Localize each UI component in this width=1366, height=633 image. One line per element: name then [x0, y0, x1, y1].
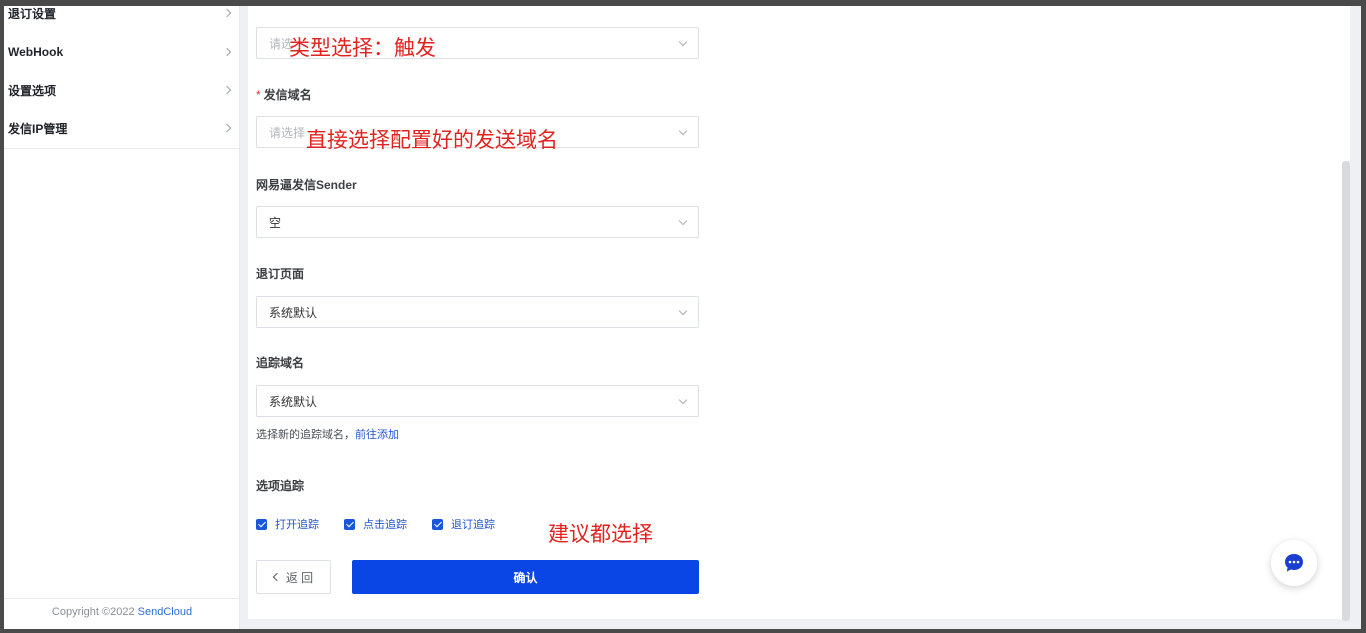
chevron-left-icon	[272, 572, 282, 582]
checkbox-checked-icon[interactable]	[432, 518, 443, 530]
sidebar-item-label: 退订设置	[8, 6, 57, 21]
chevron-right-icon	[222, 8, 232, 18]
sidebar-divider	[4, 148, 240, 149]
footer-divider	[4, 598, 240, 599]
checkbox-checked-icon[interactable]	[256, 518, 267, 530]
checkbox-label: 点击追踪	[363, 519, 407, 531]
chevron-down-icon	[678, 306, 688, 316]
tracking-domain-hint-text: 选择新的追踪域名，	[256, 429, 355, 441]
tracking-domain-hint: 选择新的追踪域名，前往添加	[256, 426, 399, 442]
click-tracking-checkbox[interactable]: 点击追踪	[344, 516, 407, 532]
sidebar-item-webhook[interactable]: WebHook	[4, 33, 240, 71]
unsubscribe-page-label: 退订页面	[256, 267, 305, 281]
chevron-down-icon	[678, 37, 688, 47]
sidebar-item-label: 设置选项	[8, 83, 57, 98]
open-tracking-checkbox[interactable]: 打开追踪	[256, 516, 319, 532]
sender-select[interactable]: 空	[256, 206, 699, 238]
unsubscribe-page-select[interactable]: 系统默认	[256, 296, 699, 328]
back-button-label: 返 回	[285, 570, 314, 585]
sidebar-item-ip-management[interactable]: 发信IP管理	[4, 109, 240, 147]
send-domain-label: * 发信域名	[256, 86, 312, 103]
add-tracking-domain-link[interactable]: 前往添加	[355, 429, 399, 441]
chat-button[interactable]	[1271, 540, 1317, 586]
scrollbar[interactable]	[1342, 161, 1350, 621]
annotation-tracking-note: 建议都选择	[548, 522, 653, 546]
copyright-brand-link[interactable]: SendCloud	[138, 606, 192, 618]
copyright: Copyright ©2022 SendCloud	[4, 606, 240, 618]
tracking-domain-label: 追踪域名	[256, 356, 305, 370]
confirm-button[interactable]: 确认	[352, 560, 699, 594]
app-window: 退订设置 WebHook 设置选项 发信IP管理 Copyright ©2022…	[4, 6, 1361, 629]
chevron-right-icon	[222, 123, 232, 133]
required-mark: *	[256, 88, 261, 102]
send-domain-label-text: 发信域名	[263, 88, 312, 102]
checkbox-label: 打开追踪	[275, 519, 319, 531]
chevron-down-icon	[678, 216, 688, 226]
tracking-domain-select[interactable]: 系统默认	[256, 385, 699, 417]
chevron-right-icon	[222, 85, 232, 95]
chat-bubble-icon	[1285, 554, 1303, 572]
sender-value: 空	[269, 215, 282, 230]
chevron-down-icon	[678, 395, 688, 405]
copyright-text: Copyright ©2022	[51, 606, 138, 618]
annotation-domain-note: 直接选择配置好的发送域名	[306, 128, 558, 152]
chevron-down-icon	[678, 126, 688, 136]
unsubscribe-page-value: 系统默认	[269, 305, 318, 320]
back-button[interactable]: 返 回	[256, 560, 331, 594]
sidebar: 退订设置 WebHook 设置选项 发信IP管理 Copyright ©2022…	[4, 6, 240, 629]
sidebar-item-label: 发信IP管理	[8, 121, 68, 136]
sidebar-item-settings-options[interactable]: 设置选项	[4, 71, 240, 109]
tracking-options-label: 选项追踪	[256, 479, 305, 493]
confirm-button-label: 确认	[513, 570, 538, 585]
annotation-type-note: 类型选择：触发	[289, 36, 436, 60]
sidebar-item-label: WebHook	[8, 45, 64, 59]
checkbox-label: 退订追踪	[451, 519, 495, 531]
sidebar-item-unsubscribe-settings[interactable]: 退订设置	[4, 6, 240, 32]
tracking-domain-value: 系统默认	[269, 394, 318, 409]
chevron-right-icon	[222, 47, 232, 57]
send-domain-placeholder: 请选择	[269, 125, 306, 140]
checkbox-checked-icon[interactable]	[344, 518, 355, 530]
unsubscribe-tracking-checkbox[interactable]: 退订追踪	[432, 516, 495, 532]
sender-label: 网易逼发信Sender	[256, 178, 357, 192]
